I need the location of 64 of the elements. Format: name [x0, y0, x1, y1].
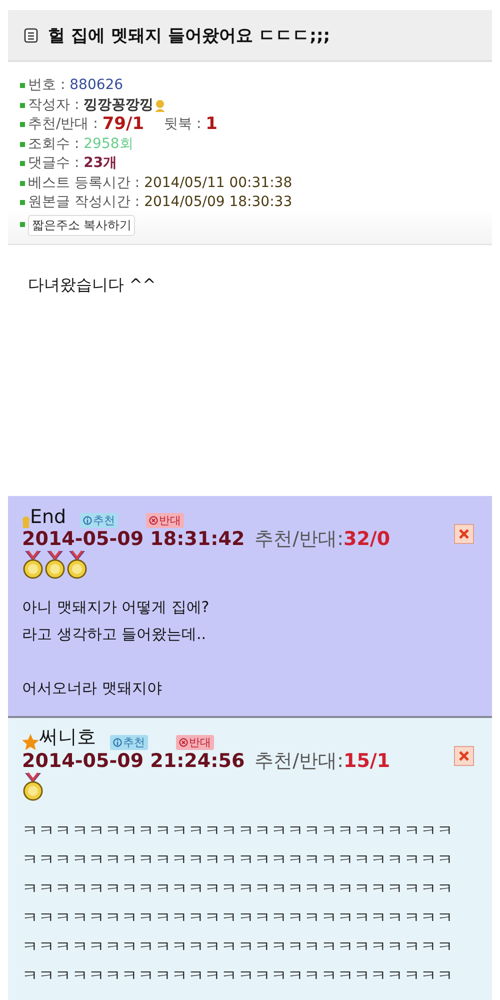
info-label: 조회수 :	[28, 134, 80, 154]
info-value: 2958회	[84, 134, 134, 154]
delete-button[interactable]	[454, 524, 474, 544]
cancel-icon	[179, 738, 188, 746]
bullet-icon	[20, 83, 25, 88]
delete-button[interactable]	[454, 746, 474, 766]
oppose-button[interactable]: 반대	[176, 734, 214, 750]
info-value: 낑깡꽁깡낑	[84, 96, 154, 114]
info-value: 880626	[70, 76, 124, 95]
bullet-icon	[20, 180, 25, 186]
comment-text: 라고 생각하고 들어왔는데..	[22, 624, 208, 644]
info-label: 댓글수 :	[28, 154, 80, 173]
comment-text: ㅋㅋㅋㅋㅋㅋㅋㅋㅋㅋㅋㅋㅋㅋㅋㅋㅋㅋㅋㅋㅋㅋㅋㅋㅋㅋ	[22, 820, 455, 842]
bullet-icon	[20, 222, 25, 226]
info-label: 원본글 작성시간 :	[28, 193, 141, 212]
info-value: 2014/05/09 18:30:33	[144, 193, 292, 212]
copy-short-url-button[interactable]: 짧은주소 복사하기	[28, 214, 136, 236]
cancel-icon	[149, 516, 158, 524]
bullet-icon	[20, 102, 25, 108]
info-label: 작성자 :	[28, 96, 80, 114]
medal-icon	[22, 550, 44, 580]
comment-text: 어서오너라 맷돼지야	[22, 678, 163, 698]
recommend-button[interactable]: 추천	[110, 734, 148, 750]
bullet-icon	[20, 200, 25, 206]
info-icon	[113, 738, 122, 746]
info-value: 79/1	[102, 115, 144, 134]
info-icon	[83, 516, 92, 524]
comment-time: 2014-05-09 18:31:42	[22, 528, 245, 550]
info-label: 번호 :	[28, 76, 66, 95]
medal-icon	[44, 550, 66, 580]
star-icon	[22, 734, 39, 750]
person-badge-icon	[154, 98, 166, 112]
info-value: 1	[206, 115, 218, 134]
info-label: 베스트 등록시간 :	[28, 174, 141, 192]
post-title: 헐 집에 멧돼지 들어왔어요 ㄷㄷㄷ;;;	[48, 24, 330, 46]
comment-text: ㅋㅋㅋㅋㅋㅋㅋㅋㅋㅋㅋㅋㅋㅋㅋㅋㅋㅋㅋㅋㅋㅋㅋㅋㅋㅋ	[22, 906, 455, 928]
vote-count: 32/0	[343, 528, 390, 550]
vote-label: 추천/반대:	[254, 750, 344, 772]
vote-label: 추천/반대:	[254, 528, 344, 550]
post-body: 다녀왔습니다 ^^	[27, 274, 157, 296]
info-label: 추천/반대 :	[28, 115, 99, 134]
comment-author: 써니호	[39, 724, 96, 750]
medal-icon	[66, 550, 88, 580]
close-icon	[459, 528, 469, 538]
info-value: 2014/05/11 00:31:38	[144, 174, 292, 192]
comment-text: ㅋㅋㅋㅋㅋㅋㅋㅋㅋㅋㅋㅋㅋㅋㅋㅋㅋㅋㅋㅋㅋㅋㅋㅋㅋㅋ	[22, 878, 455, 900]
comment-time: 2014-05-09 21:24:56	[22, 750, 245, 772]
info-label: 뒷북 :	[164, 115, 202, 134]
comment-text: 아니 맷돼지가 어떻게 집에?	[22, 596, 210, 618]
comment-text: ㅋㅋㅋㅋㅋㅋㅋㅋㅋㅋㅋㅋㅋㅋㅋㅋㅋㅋㅋㅋㅋㅋㅋㅋㅋㅋ	[22, 964, 455, 986]
comment-text: ㅋㅋㅋㅋㅋㅋㅋㅋㅋㅋㅋㅋㅋㅋㅋㅋㅋㅋㅋㅋㅋㅋㅋㅋㅋㅋ	[22, 936, 455, 958]
bullet-icon	[20, 142, 25, 147]
info-value: 23개	[84, 154, 118, 173]
recommend-button[interactable]: 추천	[80, 512, 118, 528]
oppose-button[interactable]: 반대	[146, 512, 184, 528]
vote-count: 15/1	[343, 750, 390, 772]
close-icon	[459, 750, 469, 760]
person-badge-icon	[22, 516, 30, 528]
bullet-icon	[20, 122, 25, 128]
memo-icon	[24, 28, 38, 42]
comment-author: End	[30, 506, 66, 528]
comment-text: ㅋㅋㅋㅋㅋㅋㅋㅋㅋㅋㅋㅋㅋㅋㅋㅋㅋㅋㅋㅋㅋㅋㅋㅋㅋㅋ	[22, 848, 455, 870]
bullet-icon	[20, 161, 25, 166]
medal-icon	[22, 772, 44, 802]
